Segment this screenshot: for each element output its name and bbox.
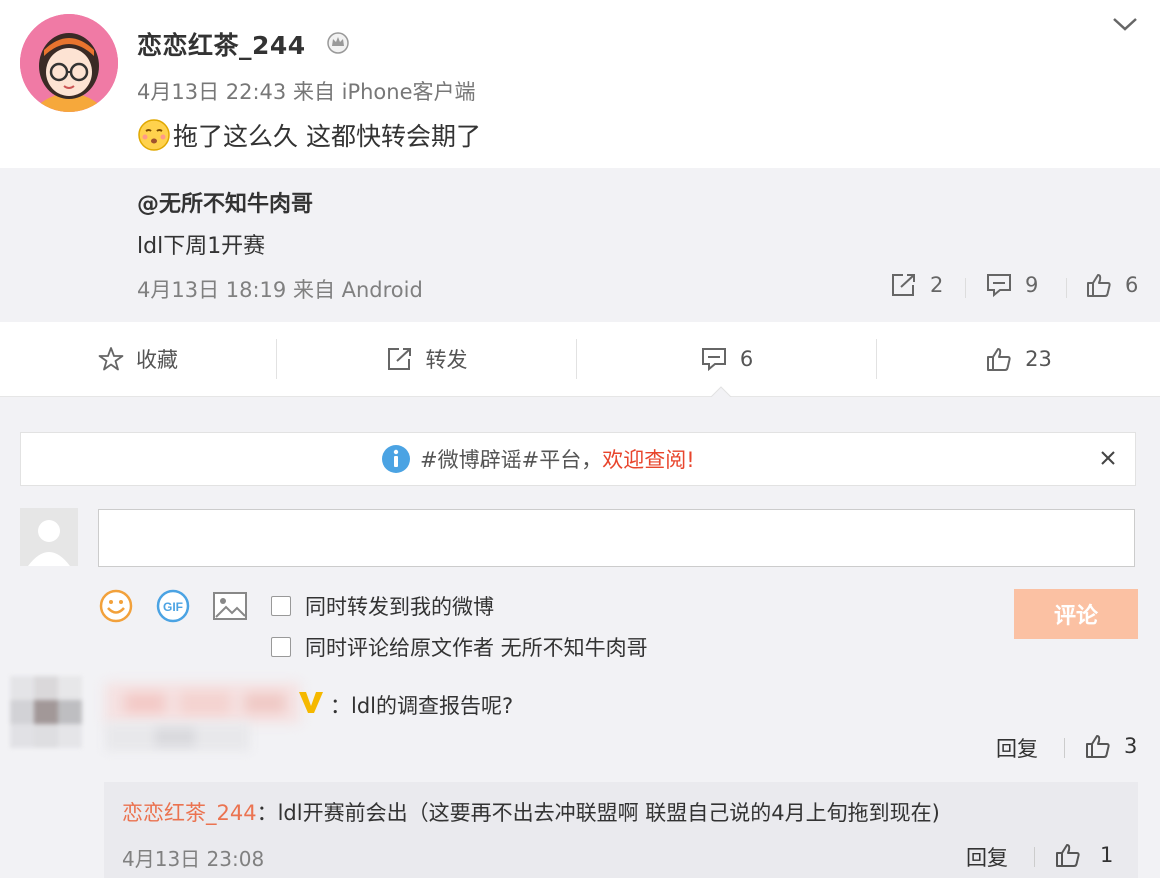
sub-reply-username[interactable]: 恋恋红茶_244 xyxy=(122,801,257,825)
post-username[interactable]: 恋恋红茶_244 xyxy=(137,26,306,62)
divider xyxy=(1064,738,1065,758)
repost-comment-count: 9 xyxy=(1025,273,1039,297)
comment-count: 6 xyxy=(739,347,754,371)
divider xyxy=(1066,278,1067,298)
default-avatar-icon xyxy=(20,508,78,566)
thumbs-up-icon xyxy=(1087,274,1111,297)
post-meta: 4月13日 22:43 来自 iPhone客户端 xyxy=(137,80,476,104)
forward-icon xyxy=(892,274,915,296)
commenter-extra-blurred xyxy=(105,723,250,751)
thumbs-up-icon xyxy=(1056,844,1080,867)
comment-icon xyxy=(701,348,726,372)
forward-label: 转发 xyxy=(425,348,468,372)
submit-comment-button[interactable]: 评论 xyxy=(1014,589,1138,639)
sub-reply-like-count: 1 xyxy=(1100,843,1114,867)
emoji-face-icon xyxy=(138,119,170,151)
emoji-picker-icon[interactable] xyxy=(98,589,134,623)
gif-icon[interactable]: GIF xyxy=(155,589,191,623)
like-button[interactable]: 23 xyxy=(877,322,1160,396)
sub-reply-label[interactable]: 回复 xyxy=(966,846,1008,870)
notice-link[interactable]: 欢迎查阅! xyxy=(602,444,694,474)
thumbs-up-icon xyxy=(1086,735,1110,758)
forward-button[interactable]: 转发 xyxy=(277,322,576,396)
favorite-button[interactable]: 收藏 xyxy=(0,322,276,396)
forward-icon xyxy=(387,348,411,370)
repost-like-count: 6 xyxy=(1125,273,1139,297)
reply-label[interactable]: 回复 xyxy=(996,737,1038,761)
repost-option-label: 同时转发到我的微博 xyxy=(305,595,494,619)
verified-v-icon xyxy=(299,692,323,713)
avatar-illustration xyxy=(20,14,118,112)
post-text: 拖了这么久 这都快转会期了 xyxy=(173,122,481,151)
post-content: 拖了这么久 这都快转会期了 xyxy=(137,117,481,153)
my-avatar xyxy=(20,508,78,566)
sub-reply-time: 4月13日 23:08 xyxy=(122,847,265,871)
comment-text: ：ldl的调查报告呢? xyxy=(330,694,514,718)
repost-forward-count: 2 xyxy=(930,273,944,297)
repost-comment-button[interactable]: 9 xyxy=(985,272,1038,298)
svg-text:GIF: GIF xyxy=(163,600,183,614)
active-tab-caret xyxy=(710,386,732,398)
sub-reply-like-button[interactable]: 1 xyxy=(1054,842,1113,868)
divider xyxy=(1034,847,1035,867)
repost-username[interactable]: @无所不知牛肉哥 xyxy=(137,186,313,218)
close-icon[interactable] xyxy=(1097,447,1119,469)
user-avatar[interactable] xyxy=(20,14,118,112)
comment-author-option-label: 同时评论给原文作者 无所不知牛肉哥 xyxy=(305,636,648,660)
comment-like-button[interactable]: 3 xyxy=(1084,733,1137,759)
image-icon[interactable] xyxy=(212,589,248,623)
commenter-name-blurred[interactable] xyxy=(105,683,300,723)
sub-reply-content: 恋恋红茶_244：ldl开赛前会出（这要再不出去冲联盟啊 联盟自己说的4月上旬拖… xyxy=(122,797,940,827)
sub-reply-text: ：ldl开赛前会出（这要再不出去冲联盟啊 联盟自己说的4月上旬拖到现在) xyxy=(256,801,940,825)
crown-badge-icon[interactable] xyxy=(325,30,351,54)
favorite-label: 收藏 xyxy=(136,348,178,372)
sub-reply-reply-link[interactable]: 回复 xyxy=(966,842,1008,872)
star-icon xyxy=(98,347,124,371)
comment-to-author-option[interactable]: 同时评论给原文作者 无所不知牛肉哥 xyxy=(271,632,648,662)
info-icon xyxy=(382,445,410,473)
comment-author-checkbox[interactable] xyxy=(271,637,291,657)
like-count: 23 xyxy=(1025,347,1052,371)
divider xyxy=(965,278,966,298)
repost-to-my-weibo-option[interactable]: 同时转发到我的微博 xyxy=(271,591,494,621)
repost-text: ldl下周1开赛 xyxy=(137,234,266,259)
repost-forward-button[interactable]: 2 xyxy=(890,272,943,298)
comment-icon xyxy=(987,274,1011,298)
comment-reply-link[interactable]: 回复 xyxy=(996,733,1038,763)
commenter-avatar[interactable] xyxy=(10,676,82,748)
repost-like-button[interactable]: 6 xyxy=(1085,272,1138,298)
repost-checkbox[interactable] xyxy=(271,596,291,616)
repost-meta: 4月13日 18:19 来自 Android xyxy=(137,278,423,302)
chevron-down-icon[interactable] xyxy=(1111,14,1139,34)
comment-input[interactable] xyxy=(98,509,1135,567)
comment-like-count: 3 xyxy=(1124,734,1138,758)
notice-text: #微博辟谣#平台， xyxy=(420,448,603,472)
thumbs-up-icon xyxy=(987,348,1011,371)
comment-tab-button[interactable]: 6 xyxy=(577,322,876,396)
notice-content[interactable]: #微博辟谣#平台， 欢迎查阅! xyxy=(380,443,695,475)
